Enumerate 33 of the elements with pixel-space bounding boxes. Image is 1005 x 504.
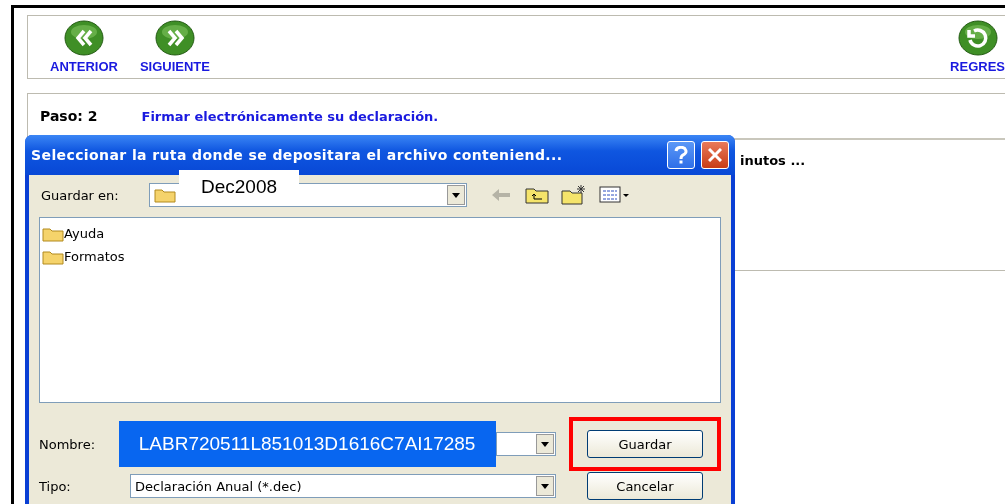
dropdown-arrow-icon [541,441,549,447]
step-label: Paso: 2 [40,108,98,124]
folder-icon [154,187,176,203]
folder-item[interactable]: Formatos [42,245,718,268]
fast-forward-icon [152,20,197,56]
type-label: Tipo: [39,478,72,494]
view-menu-icon[interactable] [599,186,629,204]
name-label: Nombre: [39,436,97,452]
return-icon [955,20,1000,56]
cancel-button[interactable]: Cancelar [587,472,703,500]
file-name-field[interactable] [495,432,556,456]
file-type-combo[interactable]: Declaración Anual (*.dec) [130,474,556,498]
save-button[interactable]: Guardar [587,430,703,458]
close-button[interactable] [701,141,729,169]
nav-button[interactable]: ANTERIOR [50,20,118,74]
dropdown-arrow-icon [452,192,460,198]
help-button[interactable] [667,141,695,169]
nav-button[interactable]: SIGUIENTE [139,20,210,74]
up-folder-icon[interactable] [525,186,549,204]
folder-item[interactable]: Ayuda [42,222,718,245]
dialog-title: Seleccionar la ruta donde se depositara el archivo conteniend... [31,147,564,163]
folder-icon [42,248,64,265]
new-folder-icon[interactable] [561,185,587,205]
dropdown-arrow-icon [541,483,549,489]
rewind-icon [61,20,106,56]
file-name-value: LABR720511L851013D1616C7AI17285 [118,421,496,467]
save-in-label: Guardar en: [40,187,120,203]
step-title: Firmar electrónicamente su declaración. [141,108,439,124]
nav-button[interactable]: REGRES [950,20,1005,74]
close-icon [708,148,722,162]
folder-icon [42,225,64,242]
status-message: inutos ... [740,153,806,168]
help-icon [674,146,688,164]
